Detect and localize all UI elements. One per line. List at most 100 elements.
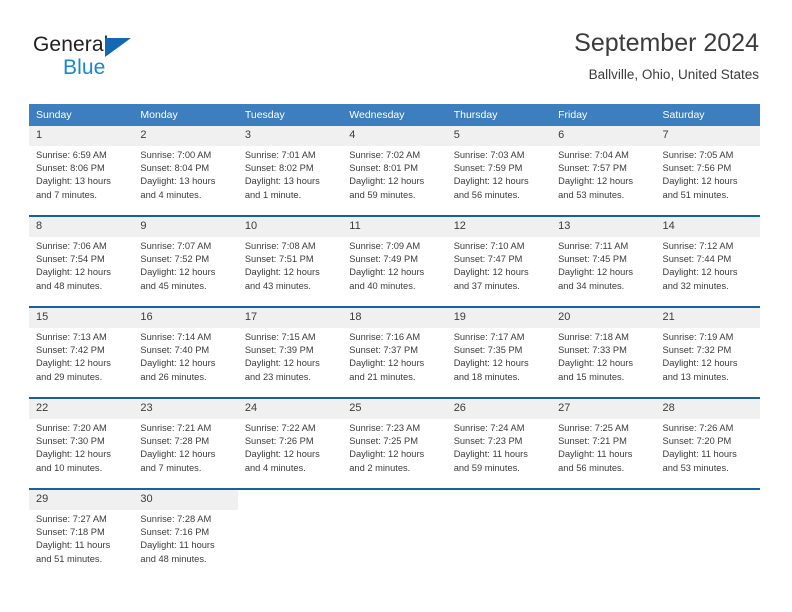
sunset-text: Sunset: 8:02 PM [244, 163, 314, 174]
sunset-text: Sunset: 7:35 PM [453, 345, 523, 356]
day-number: 10 [237, 217, 343, 237]
daylight-text-line1: Daylight: 12 hours [662, 267, 738, 278]
calendar-day-cell[interactable]: 25 Sunrise: 7:23 AM Sunset: 7:25 PM Dayl… [342, 398, 447, 489]
day-number [656, 490, 760, 510]
calendar-day-cell[interactable]: 27 Sunrise: 7:25 AM Sunset: 7:21 PM Dayl… [551, 398, 656, 489]
day-details: Sunrise: 7:02 AM Sunset: 8:01 PM Dayligh… [342, 146, 446, 202]
daylight-text-line1: Daylight: 12 hours [558, 267, 634, 278]
calendar-day-cell[interactable]: 30 Sunrise: 7:28 AM Sunset: 7:16 PM Dayl… [133, 489, 238, 579]
calendar-day-cell[interactable]: 8 Sunrise: 7:06 AM Sunset: 7:54 PM Dayli… [29, 216, 134, 307]
daylight-text-line1: Daylight: 12 hours [140, 267, 216, 278]
calendar-day-cell[interactable]: 3 Sunrise: 7:01 AM Sunset: 8:02 PM Dayli… [237, 126, 343, 216]
daylight-text-line1: Daylight: 12 hours [558, 358, 634, 369]
calendar-day-cell[interactable]: 17 Sunrise: 7:15 AM Sunset: 7:39 PM Dayl… [237, 307, 343, 398]
general-blue-logo[interactable]: General Blue [33, 33, 233, 81]
calendar-header-row: Sunday Monday Tuesday Wednesday Thursday… [29, 104, 760, 126]
sunset-text: Sunset: 7:56 PM [662, 163, 732, 174]
calendar-day-cell[interactable]: 15 Sunrise: 7:13 AM Sunset: 7:42 PM Dayl… [29, 307, 134, 398]
sunrise-text: Sunrise: 7:21 AM [140, 423, 212, 433]
day-number: 3 [237, 126, 343, 146]
day-number: 1 [29, 126, 134, 146]
calendar-day-cell[interactable]: 29 Sunrise: 7:27 AM Sunset: 7:18 PM Dayl… [29, 489, 134, 579]
calendar-body: 1 Sunrise: 6:59 AM Sunset: 8:06 PM Dayli… [29, 126, 760, 579]
sunrise-text: Sunrise: 7:06 AM [36, 241, 107, 251]
sunset-text: Sunset: 7:47 PM [453, 254, 523, 265]
daylight-text-line2: and 10 minutes. [36, 462, 103, 473]
day-details: Sunrise: 7:21 AM Sunset: 7:28 PM Dayligh… [133, 419, 237, 475]
day-number: 6 [551, 126, 656, 146]
day-details: Sunrise: 7:01 AM Sunset: 8:02 PM Dayligh… [238, 146, 342, 202]
daylight-text-line1: Daylight: 12 hours [244, 358, 320, 369]
daylight-text-line1: Daylight: 13 hours [244, 176, 320, 187]
logo-triangle-icon [105, 38, 131, 57]
sunset-text: Sunset: 7:42 PM [36, 345, 105, 356]
sunrise-text: Sunrise: 6:59 AM [36, 150, 107, 160]
weekday-header-monday: Monday [133, 104, 238, 126]
day-details: Sunrise: 7:03 AM Sunset: 7:59 PM Dayligh… [447, 146, 551, 202]
calendar-day-cell[interactable]: 26 Sunrise: 7:24 AM Sunset: 7:23 PM Dayl… [446, 398, 552, 489]
daylight-text-line2: and 21 minutes. [349, 371, 416, 382]
daylight-text-line1: Daylight: 12 hours [140, 449, 216, 460]
calendar-day-cell[interactable]: 10 Sunrise: 7:08 AM Sunset: 7:51 PM Dayl… [237, 216, 343, 307]
calendar-day-cell[interactable]: 11 Sunrise: 7:09 AM Sunset: 7:49 PM Dayl… [342, 216, 447, 307]
calendar-day-cell[interactable]: 18 Sunrise: 7:16 AM Sunset: 7:37 PM Dayl… [342, 307, 447, 398]
calendar-day-cell[interactable]: 9 Sunrise: 7:07 AM Sunset: 7:52 PM Dayli… [133, 216, 238, 307]
day-details: Sunrise: 7:27 AM Sunset: 7:18 PM Dayligh… [29, 510, 133, 566]
day-details: Sunrise: 7:13 AM Sunset: 7:42 PM Dayligh… [29, 328, 133, 384]
day-number: 16 [133, 308, 238, 328]
day-number: 5 [446, 126, 552, 146]
calendar-day-cell[interactable]: 1 Sunrise: 6:59 AM Sunset: 8:06 PM Dayli… [29, 126, 134, 216]
daylight-text-line2: and 34 minutes. [558, 280, 625, 291]
daylight-text-line1: Daylight: 12 hours [244, 449, 320, 460]
sunset-text: Sunset: 7:26 PM [244, 436, 314, 447]
calendar-day-cell[interactable]: 7 Sunrise: 7:05 AM Sunset: 7:56 PM Dayli… [655, 126, 760, 216]
calendar-day-cell[interactable]: 12 Sunrise: 7:10 AM Sunset: 7:47 PM Dayl… [446, 216, 552, 307]
calendar-day-cell[interactable]: 23 Sunrise: 7:21 AM Sunset: 7:28 PM Dayl… [133, 398, 238, 489]
calendar-day-cell[interactable]: 24 Sunrise: 7:22 AM Sunset: 7:26 PM Dayl… [237, 398, 343, 489]
weekday-header-friday: Friday [551, 104, 656, 126]
sunset-text: Sunset: 7:30 PM [36, 436, 105, 447]
calendar-day-cell[interactable]: 21 Sunrise: 7:19 AM Sunset: 7:32 PM Dayl… [655, 307, 760, 398]
day-number: 14 [655, 217, 760, 237]
calendar-day-cell[interactable]: 28 Sunrise: 7:26 AM Sunset: 7:20 PM Dayl… [655, 398, 760, 489]
daylight-text-line2: and 40 minutes. [349, 280, 416, 291]
daylight-text-line1: Daylight: 11 hours [140, 540, 215, 551]
sunrise-text: Sunrise: 7:26 AM [662, 423, 734, 433]
day-number: 9 [133, 217, 238, 237]
sunrise-text: Sunrise: 7:04 AM [558, 150, 629, 160]
sunset-text: Sunset: 7:51 PM [244, 254, 314, 265]
calendar-day-cell[interactable]: 20 Sunrise: 7:18 AM Sunset: 7:33 PM Dayl… [551, 307, 656, 398]
daylight-text-line2: and 4 minutes. [140, 189, 202, 200]
daylight-text-line1: Daylight: 12 hours [36, 449, 111, 460]
calendar-day-cell[interactable]: 16 Sunrise: 7:14 AM Sunset: 7:40 PM Dayl… [133, 307, 238, 398]
calendar-day-cell[interactable]: 22 Sunrise: 7:20 AM Sunset: 7:30 PM Dayl… [29, 398, 134, 489]
day-number: 2 [133, 126, 238, 146]
sunset-text: Sunset: 7:45 PM [558, 254, 627, 265]
day-details: Sunrise: 7:15 AM Sunset: 7:39 PM Dayligh… [238, 328, 342, 384]
calendar-day-cell[interactable]: 6 Sunrise: 7:04 AM Sunset: 7:57 PM Dayli… [551, 126, 656, 216]
sunset-text: Sunset: 7:44 PM [662, 254, 732, 265]
calendar-day-cell[interactable]: 5 Sunrise: 7:03 AM Sunset: 7:59 PM Dayli… [446, 126, 552, 216]
day-number [551, 490, 655, 510]
calendar-day-cell[interactable]: 2 Sunrise: 7:00 AM Sunset: 8:04 PM Dayli… [133, 126, 238, 216]
daylight-text-line1: Daylight: 12 hours [36, 267, 111, 278]
calendar-day-cell[interactable]: 19 Sunrise: 7:17 AM Sunset: 7:35 PM Dayl… [446, 307, 552, 398]
sunset-text: Sunset: 7:23 PM [453, 436, 523, 447]
calendar-day-cell-empty [551, 489, 655, 579]
title-block: September 2024 Ballville, Ohio, United S… [574, 28, 759, 83]
day-number: 23 [133, 399, 238, 419]
sunset-text: Sunset: 7:57 PM [558, 163, 627, 174]
day-details: Sunrise: 7:20 AM Sunset: 7:30 PM Dayligh… [29, 419, 133, 475]
weekday-header-saturday: Saturday [655, 104, 760, 126]
daylight-text-line2: and 56 minutes. [558, 462, 625, 473]
sunrise-text: Sunrise: 7:03 AM [453, 150, 525, 160]
calendar-day-cell[interactable]: 14 Sunrise: 7:12 AM Sunset: 7:44 PM Dayl… [655, 216, 760, 307]
daylight-text-line1: Daylight: 11 hours [453, 449, 528, 460]
calendar-day-cell[interactable]: 13 Sunrise: 7:11 AM Sunset: 7:45 PM Dayl… [551, 216, 656, 307]
day-number [342, 490, 446, 510]
calendar-day-cell[interactable]: 4 Sunrise: 7:02 AM Sunset: 8:01 PM Dayli… [342, 126, 447, 216]
sunrise-text: Sunrise: 7:00 AM [140, 150, 212, 160]
day-number: 7 [655, 126, 760, 146]
day-number: 21 [655, 308, 760, 328]
day-number: 8 [29, 217, 134, 237]
